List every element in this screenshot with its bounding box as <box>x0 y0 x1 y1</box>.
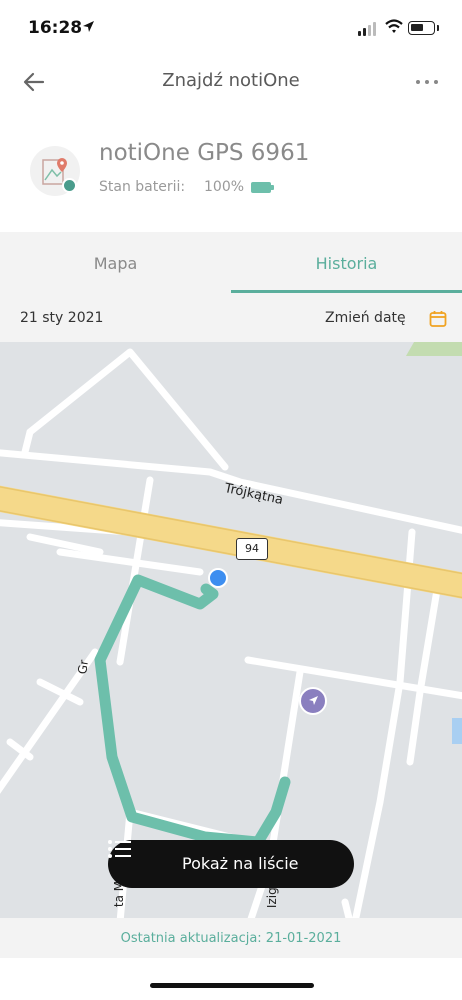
status-bar: 16:28 <box>0 0 462 58</box>
page-title: Znajdź notiOne <box>162 70 300 91</box>
battery-cap <box>437 25 439 31</box>
wifi-icon <box>385 19 403 33</box>
battery-value: 100% <box>204 179 245 195</box>
last-update-text: Ostatnia aktualizacja: 21-01-2021 <box>120 931 342 946</box>
more-icon <box>416 80 438 84</box>
battery-level-icon-cap <box>271 185 274 190</box>
map-road-number: 94 <box>236 538 268 560</box>
tab-map[interactable]: Mapa <box>0 232 231 294</box>
status-time: 16:28 <box>28 18 83 38</box>
more-button[interactable] <box>410 68 444 98</box>
show-list-label: Pokaż na liście <box>182 854 299 873</box>
device-card[interactable]: notiOne GPS 6961 Stan baterii: 100% <box>0 120 462 232</box>
device-location-marker[interactable] <box>208 568 228 588</box>
calendar-icon <box>429 311 447 327</box>
map-water <box>452 718 462 744</box>
date-bar: 21 sty 2021 Zmień datę <box>0 294 462 342</box>
device-name: notiOne GPS 6961 <box>99 140 310 166</box>
map-roads <box>0 348 462 918</box>
map-street-label-2: Gr <box>75 658 92 676</box>
tab-bar: Mapa Historia <box>0 232 462 294</box>
navigation-arrow-icon <box>309 696 318 705</box>
footer: Ostatnia aktualizacja: 21-01-2021 <box>0 918 462 958</box>
battery-icon <box>408 21 435 35</box>
header: Znajdź notiOne <box>0 58 462 108</box>
selected-date: 21 sty 2021 <box>20 310 104 326</box>
device-status-dot <box>62 178 77 193</box>
signal-icon <box>358 22 376 36</box>
change-date-label: Zmień datę <box>325 310 406 326</box>
show-list-button[interactable]: Pokaż na liście <box>108 840 354 888</box>
battery-level-icon <box>251 182 271 193</box>
user-location-marker[interactable] <box>299 687 327 715</box>
list-icon <box>108 840 131 858</box>
battery-label: Stan baterii: <box>99 179 186 195</box>
active-tab-indicator <box>231 290 462 293</box>
tab-history[interactable]: Historia <box>231 232 462 294</box>
home-indicator[interactable] <box>150 983 314 988</box>
location-arrow-icon <box>83 21 94 32</box>
map-view[interactable]: Trójkątna 94 Gr ta M Iziga Pokaż na liśc… <box>0 342 462 918</box>
change-date-button[interactable]: Zmień datę <box>318 306 450 332</box>
